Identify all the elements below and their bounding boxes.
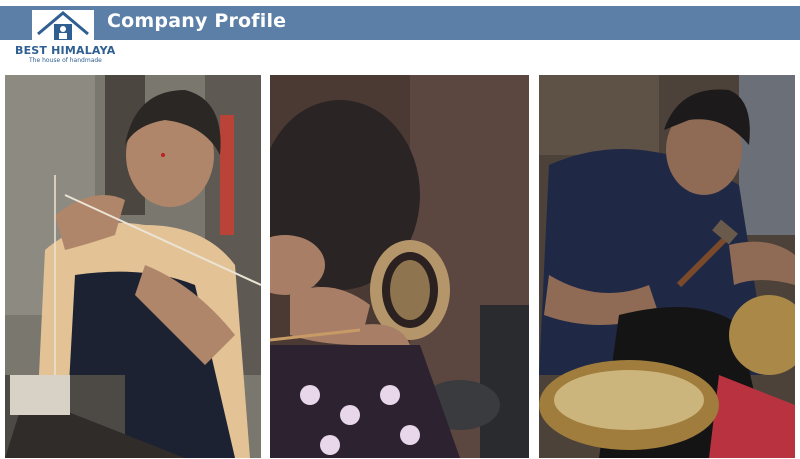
brand-tagline: The house of handmade bbox=[29, 57, 102, 64]
brand-name: BEST HIMALAYA bbox=[15, 44, 116, 57]
metalsmith-hammering-bowl-photo bbox=[539, 75, 795, 458]
singing-bowl-engraving-photo bbox=[270, 75, 529, 458]
weaver-at-loom-photo bbox=[5, 75, 261, 458]
page-title: Company Profile bbox=[107, 10, 287, 32]
brand-logo[interactable]: BEST HIMALAYA The house of handmade bbox=[10, 8, 116, 64]
house-roof-icon bbox=[32, 10, 94, 44]
